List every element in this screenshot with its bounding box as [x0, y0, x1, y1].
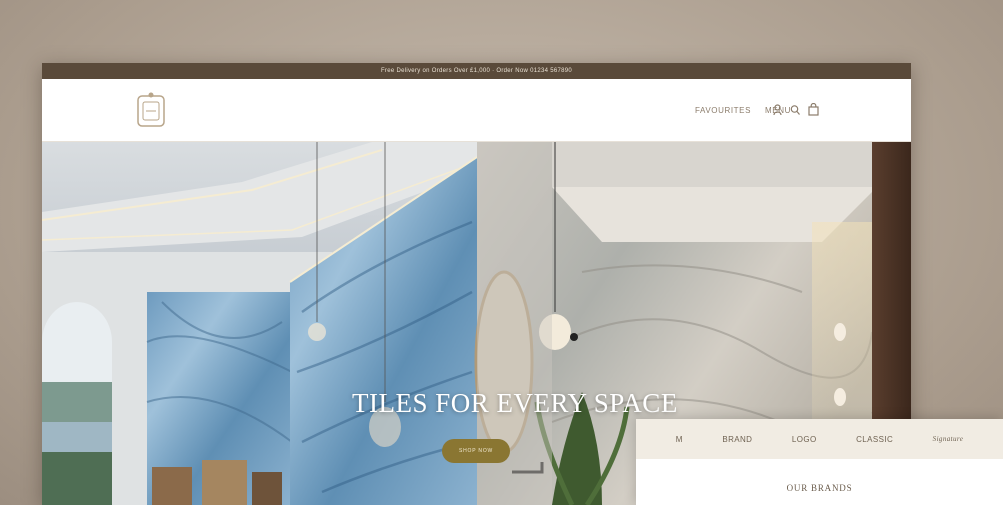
shop-now-button[interactable]: SHOP NOW: [442, 439, 510, 463]
announcement-bar: Free Delivery on Orders Over £1,000 · Or…: [42, 63, 911, 79]
bag-icon[interactable]: [808, 102, 819, 121]
brand-logo[interactable]: BRAND: [722, 435, 752, 444]
brands-heading: OUR BRANDS: [786, 483, 853, 493]
brand-logo[interactable]: LOGO: [792, 435, 817, 444]
logo-crest-icon[interactable]: [134, 91, 168, 131]
brand-logo[interactable]: Signature: [933, 435, 964, 443]
brands-card: M BRAND LOGO CLASSIC Signature OUR BRAND…: [636, 419, 1003, 505]
search-icon[interactable]: [790, 103, 800, 121]
hero-title: TILES FOR EVERY SPACE: [352, 388, 678, 418]
nav-link-favourites[interactable]: FAVOURITES: [695, 106, 751, 115]
brand-logos-strip: M BRAND LOGO CLASSIC Signature: [636, 419, 1003, 459]
user-icon[interactable]: [773, 103, 782, 121]
brand-logo[interactable]: M: [676, 435, 683, 444]
site-header: FAVOURITES MENU: [42, 79, 911, 142]
header-icons: [773, 102, 819, 121]
brand-logo[interactable]: CLASSIC: [856, 435, 893, 444]
